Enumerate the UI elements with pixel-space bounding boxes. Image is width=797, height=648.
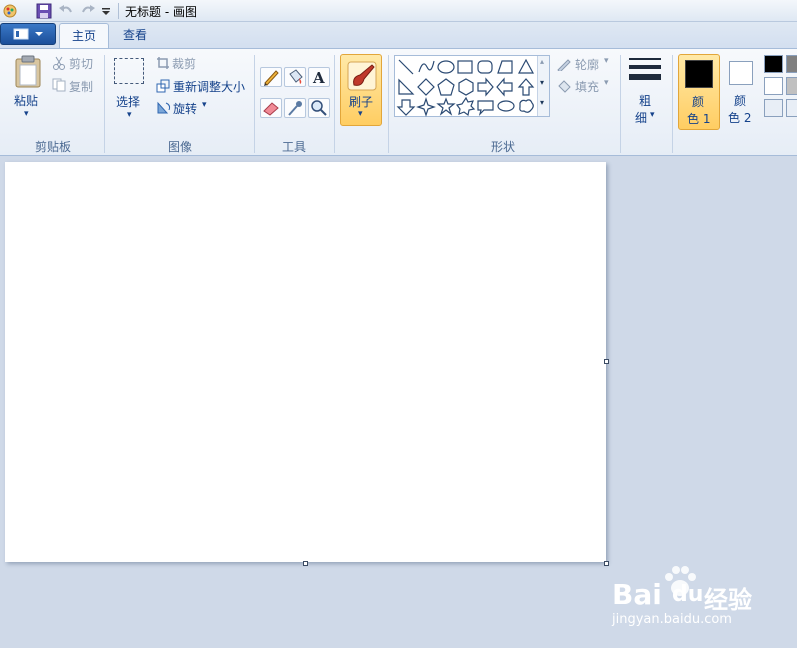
save-icon[interactable] [36,3,52,19]
quick-access-dropdown-icon[interactable] [100,3,116,19]
copy-button[interactable]: 复制 [69,78,93,95]
canvas-resize-handle-corner[interactable] [604,561,609,566]
shapes-gallery: ▴ ▾ ▾ [394,55,550,117]
color2-swatch [729,61,753,85]
select-dropdown-icon[interactable]: ▾ [127,110,132,120]
color1-swatch [685,60,713,88]
rotate-icon [156,101,172,118]
group-separator [620,55,621,153]
watermark-brand2: du [672,582,704,607]
group-separator [672,55,673,153]
paint-menu-button[interactable] [0,23,56,45]
shapes-gallery-scroll[interactable]: ▴ ▾ ▾ [537,56,549,116]
watermark-url: jingyan.baidu.com [612,612,732,627]
size-label-line2[interactable]: 细 [635,109,647,126]
size-label-line1[interactable]: 粗 [639,92,651,109]
color2-label-line2: 色 2 [728,111,752,125]
color1-label-line1: 颜 [692,95,705,109]
fill-icon [556,79,572,96]
color1-label-line2: 色 1 [687,112,711,126]
crop-button[interactable]: 裁剪 [172,55,196,72]
resize-button[interactable]: 重新调整大小 [173,78,245,95]
size-dropdown-icon[interactable]: ▾ [650,110,655,120]
ribbon-tabs: 主页 查看 [0,22,797,48]
window-title: 无标题 - 画图 [125,5,197,19]
watermark-brand-cn: 经验 [704,586,752,614]
copy-icon [52,78,66,95]
tab-home[interactable]: 主页 [59,23,110,48]
fill-bucket-tool[interactable] [284,67,306,87]
title-separator [118,3,119,19]
brushes-label: 刷子 [349,95,374,109]
paste-icon[interactable] [14,55,42,92]
title-bar: 无标题 - 画图 [0,0,797,22]
canvas-resize-handle-right[interactable] [604,359,609,364]
tab-view[interactable]: 查看 [111,23,159,48]
brushes-dropdown-icon: ▾ [358,109,363,119]
group-separator [104,55,105,153]
outline-icon [556,57,572,74]
app-icon[interactable] [2,3,18,19]
drawing-canvas[interactable] [5,162,606,562]
text-tool[interactable]: A [308,67,330,87]
ribbon-home: 粘贴 ▾ 剪切 复制 剪贴板 选择 ▾ 裁剪 重新调整大小 旋转 ▾ 图像 A [0,48,797,156]
color1-button[interactable]: 颜 色 1 [678,54,720,130]
group-separator [254,55,255,153]
palette-color-black[interactable] [764,55,783,73]
palette-color-white[interactable] [764,77,783,95]
image-group-label: 图像 [167,140,192,154]
outline-dropdown-icon[interactable]: ▾ [604,56,609,66]
brushes-button[interactable]: 刷子 ▾ [340,54,382,126]
scroll-down-icon[interactable]: ▾ [540,78,544,87]
shapes-group-label: 形状 [490,140,515,154]
line-size-icon[interactable] [628,57,662,88]
magnifier-tool[interactable] [308,98,330,118]
color2-label-line1: 颜 [734,94,747,108]
palette-color-silver[interactable] [786,77,797,95]
palette-color-empty[interactable] [764,99,783,117]
undo-icon[interactable] [58,3,74,19]
baidu-watermark: Bai du 经验 jingyan.baidu.com [612,564,792,630]
rotate-button[interactable]: 旋转 [173,100,197,117]
fill-dropdown-icon[interactable]: ▾ [604,78,609,88]
redo-icon[interactable] [80,3,96,19]
select-icon[interactable] [114,58,144,84]
canvas-resize-handle-bottom[interactable] [303,561,308,566]
rotate-dropdown-icon[interactable]: ▾ [202,100,207,110]
outline-button[interactable]: 轮廓 [575,56,599,73]
paste-button-label[interactable]: 粘贴 [14,92,38,109]
group-separator [334,55,335,153]
color-picker-tool[interactable] [284,98,306,118]
eraser-tool[interactable] [260,98,282,118]
palette-color-gray[interactable] [786,55,797,73]
crop-icon [156,56,170,73]
scroll-up-icon[interactable]: ▴ [540,57,544,66]
tools-group-label: 工具 [281,140,306,154]
cut-button[interactable]: 剪切 [69,55,93,72]
select-button-label[interactable]: 选择 [116,93,140,110]
pencil-tool[interactable] [260,67,282,87]
paste-dropdown-icon[interactable]: ▾ [24,109,29,119]
svg-text:A: A [312,69,325,86]
shapes-gallery-icons[interactable] [396,57,536,117]
cut-icon [52,56,66,73]
gallery-expand-icon[interactable]: ▾ [540,98,544,107]
palette-color-empty[interactable] [786,99,797,117]
color2-button[interactable]: 颜 色 2 [722,54,762,130]
fill-button[interactable]: 填充 [575,78,599,95]
clipboard-group-label: 剪贴板 [34,140,71,154]
resize-icon [156,79,170,96]
watermark-brand: Bai [612,578,662,611]
group-separator [388,55,389,153]
